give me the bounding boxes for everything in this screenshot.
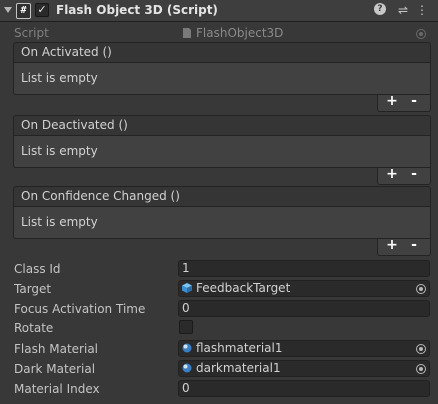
add-listener-button[interactable]: + (382, 93, 402, 110)
component-header: # ✓ Flash Object 3D (Script) ? ⇌ ⋮ (0, 0, 438, 22)
more-menu-icon[interactable]: ⋮ (414, 2, 430, 18)
remove-listener-button[interactable]: - (404, 93, 424, 110)
event-footer: + - (377, 166, 431, 185)
script-field-value: FlashObject3D (196, 26, 284, 40)
help-icon[interactable]: ? (374, 3, 386, 15)
remove-listener-button[interactable]: - (404, 237, 424, 254)
focus-activation-time-input[interactable]: 0 (178, 300, 430, 317)
target-label: Target (14, 282, 52, 296)
material-index-input[interactable]: 0 (178, 380, 430, 397)
script-icon: # (16, 3, 31, 19)
material-index-label: Material Index (14, 382, 100, 396)
class-id-label: Class Id (14, 262, 61, 276)
rotate-checkbox[interactable] (179, 320, 193, 334)
event-header: On Deactivated () (13, 115, 431, 136)
script-file-icon (183, 28, 191, 38)
component-enabled-checkbox[interactable]: ✓ (35, 3, 49, 17)
focus-activation-time-label: Focus Activation Time (14, 302, 146, 316)
event-list-empty: List is empty (13, 63, 431, 95)
add-listener-button[interactable]: + (382, 237, 402, 254)
object-picker-icon (416, 29, 426, 39)
dark-material-label: Dark Material (14, 362, 96, 376)
rotate-label: Rotate (14, 321, 54, 335)
event-list-empty: List is empty (13, 136, 431, 168)
material-icon (182, 363, 192, 373)
material-icon (182, 343, 192, 353)
dark-material-field[interactable]: darkmaterial1 (178, 360, 430, 377)
cube-icon (182, 283, 192, 293)
flash-material-field[interactable]: flashmaterial1 (178, 340, 430, 357)
event-list-empty: List is empty (13, 207, 431, 239)
event-header: On Confidence Changed () (13, 186, 431, 207)
event-header: On Activated () (13, 42, 431, 63)
flash-material-value: flashmaterial1 (196, 341, 283, 355)
object-picker-icon[interactable] (416, 364, 426, 374)
component-title: Flash Object 3D (Script) (56, 3, 218, 17)
presets-icon[interactable]: ⇌ (395, 2, 411, 18)
event-on-activated: On Activated () List is empty + - (13, 42, 431, 112)
event-footer: + - (377, 237, 431, 256)
target-value: FeedbackTarget (196, 281, 291, 295)
target-object-field[interactable]: FeedbackTarget (178, 280, 430, 297)
object-picker-icon[interactable] (416, 284, 426, 294)
script-label: Script (14, 26, 49, 40)
flash-material-label: Flash Material (14, 342, 99, 356)
add-listener-button[interactable]: + (382, 166, 402, 183)
event-on-confidence-changed: On Confidence Changed () List is empty +… (13, 186, 431, 256)
class-id-input[interactable]: 1 (178, 260, 430, 277)
script-field: FlashObject3D (178, 25, 430, 42)
dark-material-value: darkmaterial1 (196, 361, 281, 375)
remove-listener-button[interactable]: - (404, 166, 424, 183)
foldout-arrow-icon[interactable] (4, 7, 12, 13)
object-picker-icon[interactable] (416, 344, 426, 354)
event-on-deactivated: On Deactivated () List is empty + - (13, 115, 431, 185)
event-footer: + - (377, 93, 431, 112)
